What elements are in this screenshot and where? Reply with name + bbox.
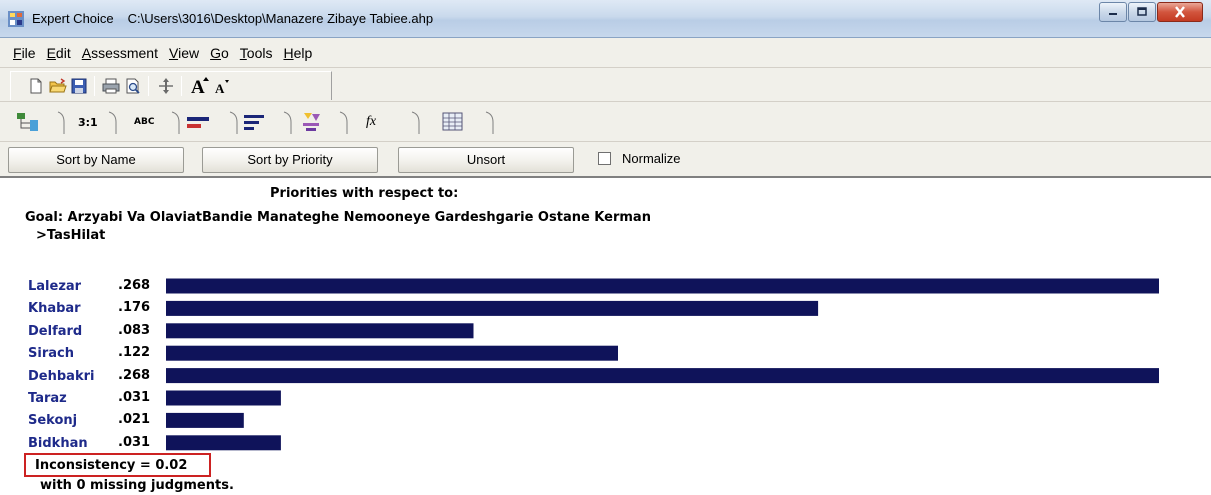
- formula-icon[interactable]: fx: [366, 114, 376, 130]
- menu-edit[interactable]: Edit: [46, 43, 72, 63]
- maximize-icon: [1137, 7, 1147, 16]
- menu-tools-rest: ools: [246, 44, 273, 61]
- window-controls: [1098, 2, 1203, 24]
- priorities-bars-icon[interactable]: [244, 114, 268, 132]
- menu-go-rest: o: [220, 44, 229, 61]
- expert-choice-app-icon[interactable]: [8, 11, 24, 27]
- menu-help[interactable]: Help: [282, 43, 313, 63]
- tab-numerical-label[interactable]: 3:1: [78, 116, 98, 129]
- item-priority-bidkhan: .031: [118, 434, 151, 450]
- minimize-button[interactable]: [1099, 2, 1127, 22]
- print-preview-icon[interactable]: [124, 77, 142, 95]
- sort-by-name-button[interactable]: Sort by Name: [8, 147, 184, 173]
- toolbar-separator: [94, 76, 95, 96]
- item-priority-sekonj: .021: [118, 412, 151, 428]
- window-title: Expert Choice C:\Users\3016\Desktop\Manaz…: [32, 11, 433, 26]
- menu-assessment-rest: ssessment: [91, 44, 158, 61]
- menu-view[interactable]: View: [168, 43, 200, 63]
- decrease-font-icon[interactable]: A: [215, 79, 231, 95]
- menu-tools[interactable]: Tools: [239, 43, 274, 63]
- close-icon: [1175, 6, 1185, 18]
- svg-text:A: A: [215, 81, 225, 95]
- menu-edit-accel: E: [46, 44, 56, 61]
- menu-file[interactable]: File: [12, 43, 37, 63]
- menu-help-rest: elp: [293, 44, 313, 61]
- toolbar-separator: [181, 76, 182, 96]
- item-priority-lalezar: .268: [118, 278, 151, 293]
- minimize-icon: [1109, 13, 1117, 15]
- menu-bar: File Edit Assessment View Go Tools Help: [0, 38, 1211, 68]
- item-name-sekonj[interactable]: Sekonj: [28, 413, 77, 428]
- grid-view-icon[interactable]: [442, 112, 464, 132]
- toolbar-separator: [148, 76, 149, 96]
- tree-view-icon[interactable]: [16, 112, 46, 134]
- close-button[interactable]: [1157, 2, 1203, 22]
- tab-verbal-label[interactable]: ABC: [134, 117, 154, 127]
- title-bar: Expert Choice C:\Users\3016\Desktop\Manaz…: [0, 0, 1211, 38]
- menu-help-accel: H: [283, 44, 294, 61]
- toolbar: A A: [0, 68, 1211, 102]
- priorities-report: [0, 180, 1211, 495]
- item-priority-dehbakri: .268: [118, 367, 151, 383]
- graphical-comparison-icon[interactable]: [187, 116, 213, 130]
- unsort-button[interactable]: Unsort: [398, 147, 574, 173]
- inconsistency-box: Inconsistency = 0.02: [24, 453, 211, 477]
- item-name-taraz[interactable]: Taraz: [28, 391, 67, 406]
- menu-file-rest: ile: [21, 44, 36, 61]
- sort-by-priority-button[interactable]: Sort by Priority: [202, 147, 378, 173]
- item-name-khabar[interactable]: Khabar: [28, 301, 81, 316]
- svg-text:A: A: [191, 77, 205, 95]
- missing-judgments-text: with 0 missing judgments.: [40, 478, 234, 493]
- inconsistency-text: Inconsistency = 0.02: [35, 458, 188, 473]
- normalize-label: Normalize: [622, 151, 681, 166]
- node-text: >TasHilat: [36, 228, 106, 243]
- menu-assessment[interactable]: Assessment: [81, 43, 159, 63]
- save-icon[interactable]: [70, 77, 88, 95]
- file-path: C:\Users\3016\Desktop\Manazere Zibaye Ta…: [127, 11, 434, 26]
- menu-go-accel: G: [210, 44, 221, 61]
- item-priority-taraz: .031: [118, 390, 151, 405]
- item-name-dehbakri[interactable]: Dehbakri: [28, 369, 94, 384]
- move-icon[interactable]: [157, 77, 175, 95]
- item-priority-sirach: .122: [118, 345, 151, 361]
- sort-by-priority-label: Sort by Priority: [247, 152, 333, 167]
- item-name-delfard[interactable]: Delfard: [28, 324, 82, 339]
- sensitivity-icon[interactable]: [300, 111, 324, 133]
- app-name: Expert Choice: [32, 11, 114, 26]
- sort-by-name-label: Sort by Name: [56, 152, 136, 167]
- menu-view-rest: iew: [178, 44, 200, 61]
- menu-view-accel: V: [168, 44, 179, 61]
- open-folder-icon[interactable]: [49, 77, 67, 95]
- item-name-bidkhan[interactable]: Bidkhan: [28, 436, 88, 451]
- goal-text: Goal: Arzyabi Va OlaviatBandie Manateghe…: [25, 210, 651, 225]
- menu-edit-rest: dit: [55, 44, 71, 61]
- unsort-label: Unsort: [466, 152, 506, 167]
- print-icon[interactable]: [102, 77, 120, 95]
- menu-file-accel: F: [13, 44, 22, 61]
- item-name-lalezar[interactable]: Lalezar: [28, 279, 81, 294]
- item-priority-khabar: .176: [118, 300, 151, 316]
- menu-go[interactable]: Go: [209, 43, 230, 63]
- menu-tools-accel: T: [239, 44, 247, 61]
- increase-font-icon[interactable]: A: [190, 75, 212, 95]
- menu-assessment-accel: A: [81, 44, 92, 61]
- item-priority-delfard: .083: [118, 322, 151, 338]
- maximize-button[interactable]: [1128, 2, 1156, 22]
- item-name-sirach[interactable]: Sirach: [28, 346, 74, 361]
- report-heading: Priorities with respect to:: [270, 186, 459, 201]
- new-file-icon[interactable]: [27, 77, 45, 95]
- view-tab-strip: 3:1 ABC fx: [0, 102, 1211, 142]
- normalize-checkbox[interactable]: [598, 152, 611, 165]
